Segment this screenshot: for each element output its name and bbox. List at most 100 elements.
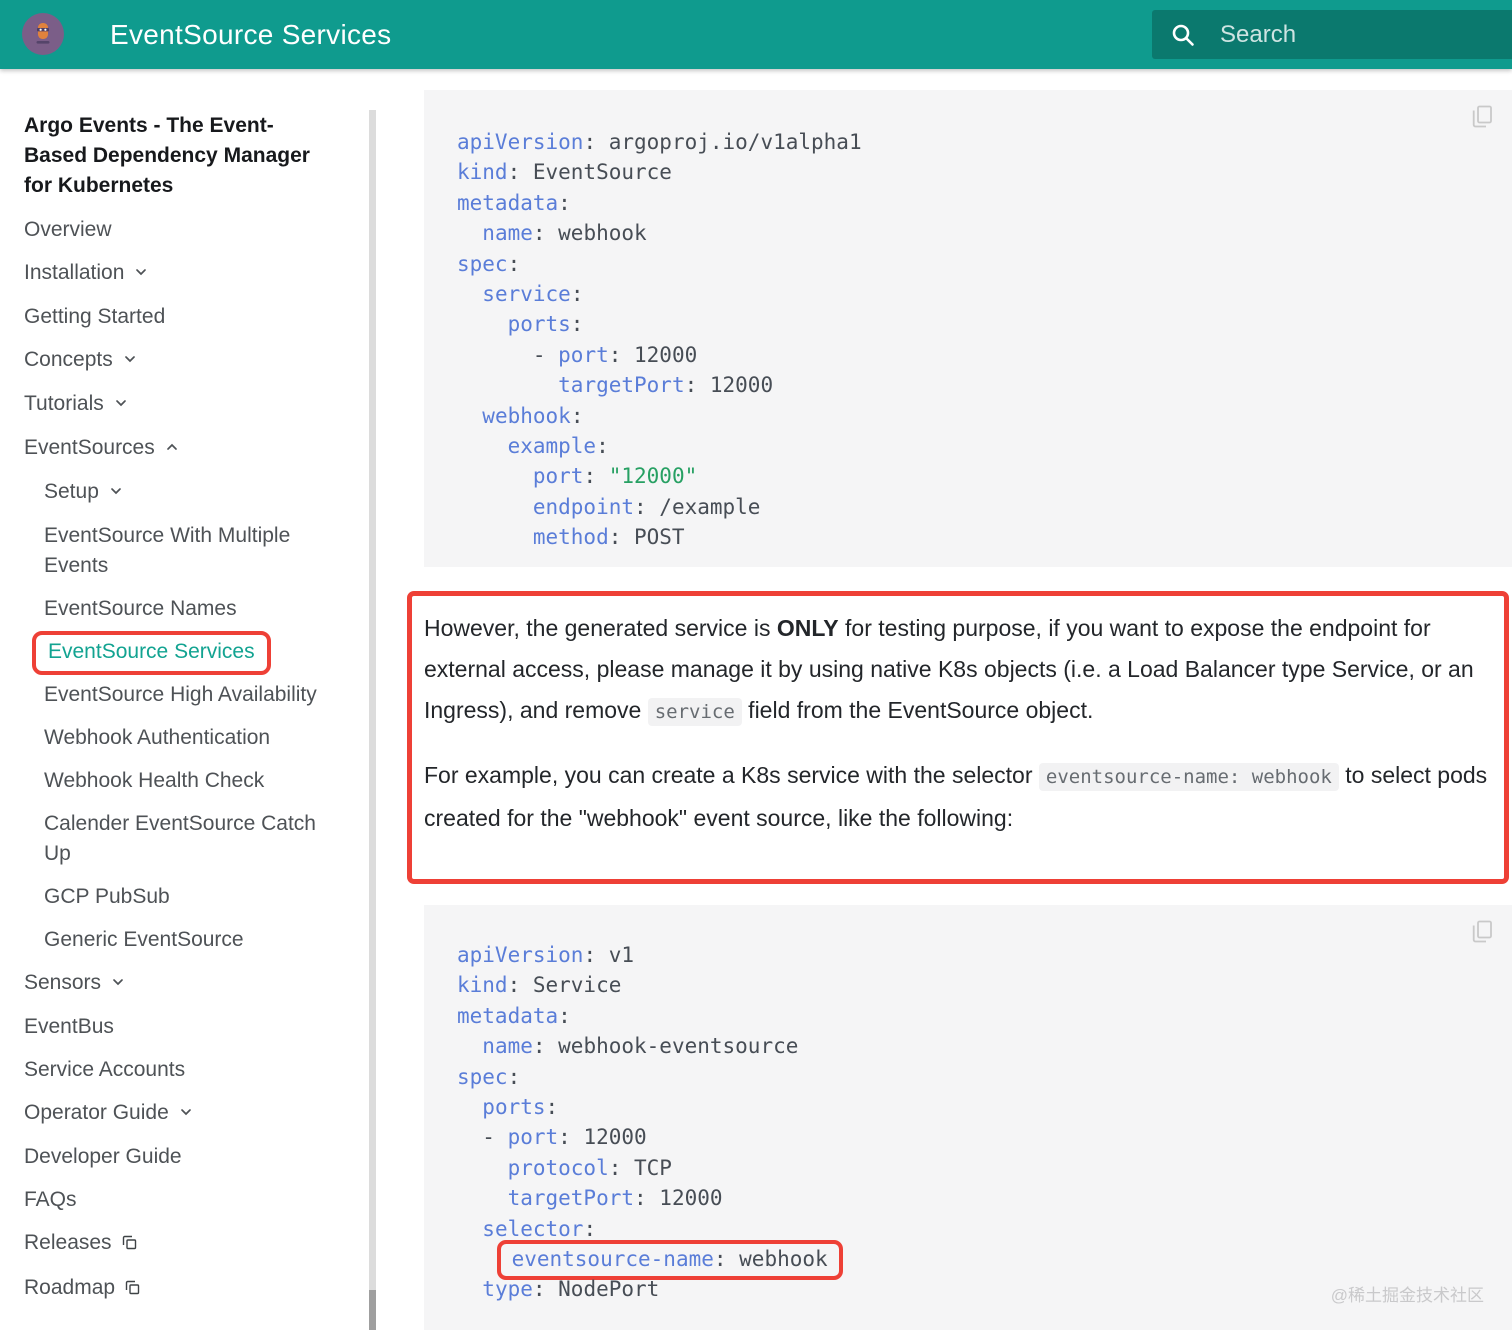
copy-button[interactable]: [1467, 104, 1497, 134]
page-title: EventSource Services: [110, 18, 392, 50]
sidebar-list-item: EventBus: [24, 1012, 326, 1042]
sidebar-list-item: GCP PubSub: [24, 882, 326, 912]
sidebar-item-eventbus[interactable]: EventBus: [24, 1012, 326, 1042]
sidebar-list-item: FAQs: [24, 1185, 326, 1215]
sidebar-list-item: Tutorials: [24, 389, 326, 420]
sidebar-item-webhook-authentication[interactable]: Webhook Authentication: [24, 723, 326, 753]
sidebar-item-label: Overview: [24, 218, 112, 241]
code-line: protocol: TCP: [507, 1155, 672, 1180]
sidebar: Argo Events - The Event-Based Dependency…: [0, 69, 372, 1330]
sidebar-list-item: Webhook Health Check: [24, 766, 326, 796]
sidebar-item-overview[interactable]: Overview: [24, 215, 326, 245]
chevron-down-icon: [113, 390, 129, 420]
sidebar-item-label: Generic EventSource: [44, 928, 244, 951]
sidebar-item-label: EventSource Services: [48, 640, 255, 663]
search-icon: [1172, 24, 1194, 46]
copy-icon: [1472, 920, 1492, 943]
code-line: kind: Service: [457, 973, 622, 998]
sidebar-item-label: Tutorials: [24, 392, 104, 415]
code-line: apiVersion: argoproj.io/v1alpha1: [457, 130, 862, 154]
sidebar-item-label: Sensors: [24, 971, 102, 994]
sidebar-list-item: EventSource With Multiple Events: [24, 521, 326, 581]
sidebar-list-item: Calender EventSource Catch Up: [24, 809, 326, 869]
code-line: name: webhook-eventsource: [482, 1034, 799, 1059]
code-line: targetPort: 12000: [507, 1186, 723, 1211]
chevron-down-icon: [178, 1099, 194, 1129]
search-box[interactable]: [1152, 10, 1512, 59]
sidebar-item-roadmap[interactable]: Roadmap: [24, 1273, 326, 1305]
code-line: eventsource-name: webhook: [457, 1240, 1492, 1281]
sidebar-item-installation[interactable]: Installation: [24, 258, 326, 289]
sidebar-list-item: Installation: [24, 258, 326, 289]
sidebar-item-setup[interactable]: Setup: [24, 477, 326, 508]
sidebar-list-item: Setup: [24, 477, 326, 508]
code-line: - port: 12000: [457, 342, 698, 367]
copy-button[interactable]: [1467, 919, 1497, 949]
chevron-down-icon: [108, 478, 124, 508]
sidebar-item-label: GCP PubSub: [44, 885, 170, 908]
code-content: apiVersion: argoproj.io/v1alpha1 kind: Ev…: [457, 127, 1492, 553]
sidebar-item-label: Service Accounts: [24, 1058, 186, 1081]
sidebar-item-tutorials[interactable]: Tutorials: [24, 389, 326, 420]
code-line: spec:: [457, 1064, 521, 1089]
code-line: metadata:: [457, 1003, 571, 1028]
sidebar-list-item: EventSources: [24, 433, 326, 464]
chevron-down-icon: [122, 346, 138, 376]
sidebar-item-label: Setup: [44, 480, 99, 503]
app-logo-avatar[interactable]: [22, 13, 64, 55]
sidebar-list-item: Developer Guide: [24, 1142, 326, 1172]
sidebar-scrollbar-thumb[interactable]: [369, 1290, 376, 1330]
sidebar-item-sensors[interactable]: Sensors: [24, 968, 326, 999]
header-bar: EventSource Services: [0, 0, 1512, 69]
sidebar-item-eventsource-with-multiple-events[interactable]: EventSource With Multiple Events: [24, 521, 326, 581]
sidebar-item-concepts[interactable]: Concepts: [24, 345, 326, 376]
sidebar-nav-list: Overview Installation Getting Started Conce…: [24, 215, 326, 1305]
inline-code: eventsource-name: webhook: [1038, 763, 1339, 791]
sidebar-item-generic-eventsource[interactable]: Generic EventSource: [24, 925, 326, 955]
code-line: metadata:: [457, 190, 571, 215]
sidebar-item-label: Webhook Health Check: [44, 769, 265, 792]
sidebar-scrollbar[interactable]: [369, 110, 376, 1330]
sidebar-list-item: Sensors: [24, 968, 326, 999]
sidebar-item-developer-guide[interactable]: Developer Guide: [24, 1142, 326, 1172]
sidebar-item-releases[interactable]: Releases: [24, 1228, 326, 1260]
sidebar-item-label: FAQs: [24, 1188, 77, 1211]
sidebar-list-item: Service Accounts: [24, 1055, 326, 1085]
sidebar-item-label: Calender EventSource Catch Up: [44, 812, 316, 865]
code-block-1: apiVersion: argoproj.io/v1alpha1 kind: Ev…: [424, 90, 1512, 567]
sidebar-item-label: EventSource With Multiple Events: [44, 524, 291, 577]
code-line: kind: EventSource: [457, 160, 672, 185]
sidebar-item-webhook-health-check[interactable]: Webhook Health Check: [24, 766, 326, 796]
chevron-down-icon: [133, 259, 149, 289]
sidebar-item-label: Releases: [24, 1231, 112, 1254]
sidebar-item-eventsource-names[interactable]: EventSource Names: [24, 594, 326, 624]
inline-code: service: [647, 698, 742, 726]
sidebar-list-item: Operator Guide: [24, 1098, 326, 1129]
sidebar-list-item: EventSource Services: [24, 631, 326, 675]
sidebar-item-label: Getting Started: [24, 305, 166, 328]
sidebar-item-getting-started[interactable]: Getting Started: [24, 302, 326, 332]
code-line: - port: 12000: [457, 1125, 647, 1150]
code-line: spec:: [457, 251, 521, 276]
sidebar-item-label: EventSource High Availability: [44, 683, 317, 706]
sidebar-item-label: EventSource Names: [44, 597, 237, 620]
code-line: ports:: [507, 312, 584, 337]
sidebar-list-item: Overview: [24, 215, 326, 245]
sidebar-list-item: Getting Started: [24, 302, 326, 332]
sidebar-list-item: Webhook Authentication: [24, 723, 326, 753]
copy-icon: [1472, 105, 1492, 128]
code-line: port: "12000": [532, 464, 698, 489]
sidebar-item-eventsource-high-availability[interactable]: EventSource High Availability: [24, 680, 326, 710]
sidebar-item-label: Concepts: [24, 348, 113, 371]
sidebar-item-operator-guide[interactable]: Operator Guide: [24, 1098, 326, 1129]
sidebar-item-faqs[interactable]: FAQs: [24, 1185, 326, 1215]
code-content: apiVersion: v1 kind: Service metadata: nam…: [457, 940, 1492, 1305]
sidebar-item-service-accounts[interactable]: Service Accounts: [24, 1055, 326, 1085]
note-annotation-box: However, the generated service is ONLY f…: [407, 591, 1509, 884]
sidebar-item-gcp-pubsub[interactable]: GCP PubSub: [24, 882, 326, 912]
chevron-up-icon: [164, 434, 180, 464]
sidebar-item-eventsources[interactable]: EventSources: [24, 433, 326, 464]
sidebar-item-eventsource-services[interactable]: EventSource Services: [24, 631, 326, 675]
sidebar-item-calender-eventsource-catch-up[interactable]: Calender EventSource Catch Up: [24, 809, 326, 869]
search-input[interactable]: [1218, 19, 1472, 50]
